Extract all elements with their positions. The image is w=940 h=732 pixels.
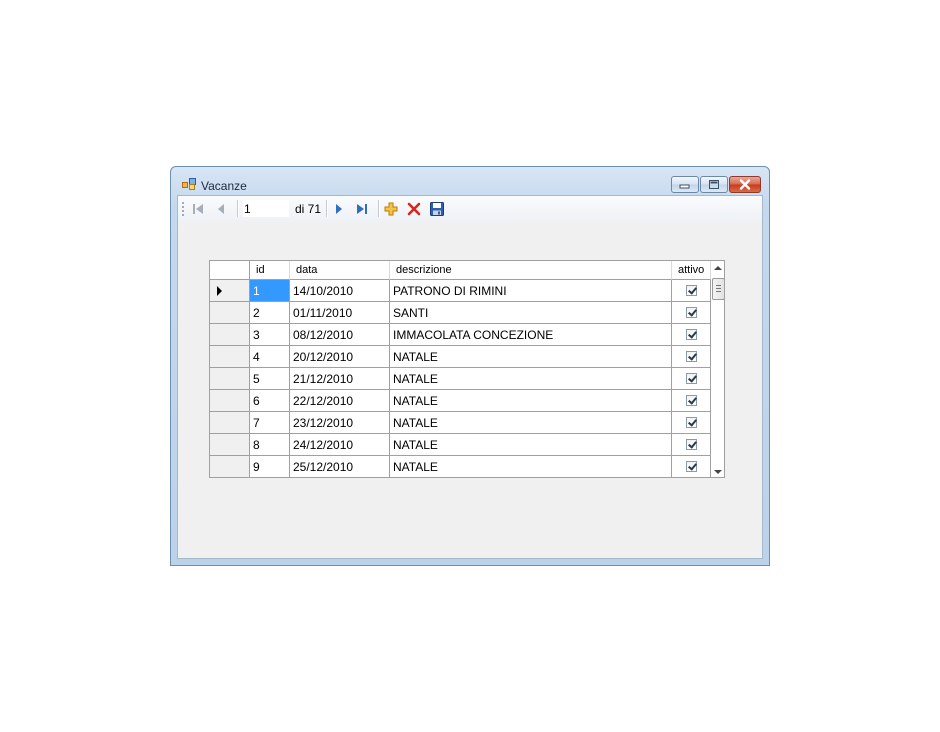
scroll-down-icon[interactable] <box>714 470 722 474</box>
minimize-icon <box>679 184 690 189</box>
column-header-id[interactable]: id <box>250 261 290 280</box>
vertical-scrollbar[interactable] <box>711 261 724 477</box>
cell-id[interactable]: 4 <box>250 346 290 368</box>
attivo-checkbox[interactable] <box>686 461 697 472</box>
attivo-checkbox[interactable] <box>686 351 697 362</box>
row-header[interactable] <box>210 456 250 477</box>
cell-id[interactable]: 9 <box>250 456 290 477</box>
cell-descrizione[interactable]: NATALE <box>390 368 672 390</box>
cell-descrizione[interactable]: IMMACOLATA CONCEZIONE <box>390 324 672 346</box>
toolbar-separator <box>378 200 379 217</box>
attivo-checkbox[interactable] <box>686 395 697 406</box>
row-header[interactable] <box>210 390 250 412</box>
row-header[interactable] <box>210 368 250 390</box>
cell-data[interactable]: 01/11/2010 <box>290 302 390 324</box>
cell-attivo <box>672 434 711 456</box>
cell-attivo <box>672 390 711 412</box>
scroll-thumb[interactable] <box>712 278 724 300</box>
binding-navigator: di 71 <box>178 196 762 222</box>
maximize-button[interactable] <box>700 176 728 193</box>
cell-descrizione[interactable]: NATALE <box>390 456 672 477</box>
cell-id[interactable]: 1 <box>250 280 290 302</box>
current-row-arrow-icon <box>217 286 222 296</box>
save-icon <box>430 201 444 216</box>
attivo-checkbox[interactable] <box>686 439 697 450</box>
column-header-descrizione[interactable]: descrizione <box>390 261 672 280</box>
toolbar-grip-icon[interactable] <box>182 201 184 216</box>
top-left-header-cell[interactable] <box>210 261 250 280</box>
window-title: Vacanze <box>201 179 247 193</box>
column-header-attivo[interactable]: attivo <box>672 261 711 280</box>
attivo-checkbox[interactable] <box>686 373 697 384</box>
cell-data[interactable]: 22/12/2010 <box>290 390 390 412</box>
toolbar-separator <box>237 200 238 217</box>
cell-attivo <box>672 368 711 390</box>
add-new-button[interactable] <box>381 200 401 217</box>
move-first-icon <box>193 203 203 214</box>
cell-attivo <box>672 302 711 324</box>
position-input[interactable] <box>243 200 289 217</box>
close-button[interactable] <box>729 176 761 193</box>
data-grid[interactable]: id data descrizione attivo 1 14/10/2010 PA… <box>209 260 725 478</box>
row-header[interactable] <box>210 412 250 434</box>
column-header-data[interactable]: data <box>290 261 390 280</box>
cell-id[interactable]: 7 <box>250 412 290 434</box>
save-button[interactable] <box>427 200 447 217</box>
row-header[interactable] <box>210 302 250 324</box>
count-label: di 71 <box>295 202 322 216</box>
add-new-icon <box>384 202 398 215</box>
cell-id[interactable]: 8 <box>250 434 290 456</box>
cell-data[interactable]: 23/12/2010 <box>290 412 390 434</box>
app-icon <box>182 178 196 190</box>
minimize-button[interactable] <box>671 176 699 193</box>
maximize-icon <box>709 180 719 189</box>
close-icon <box>739 179 751 190</box>
move-previous-icon <box>218 203 224 214</box>
attivo-checkbox[interactable] <box>686 307 697 318</box>
delete-icon <box>407 202 421 215</box>
cell-descrizione[interactable]: SANTI <box>390 302 672 324</box>
attivo-checkbox[interactable] <box>686 329 697 340</box>
cell-descrizione[interactable]: NATALE <box>390 390 672 412</box>
attivo-checkbox[interactable] <box>686 285 697 296</box>
cell-attivo <box>672 456 711 477</box>
cell-attivo <box>672 280 711 302</box>
delete-button[interactable] <box>404 200 424 217</box>
cell-attivo <box>672 346 711 368</box>
cell-data[interactable]: 25/12/2010 <box>290 456 390 477</box>
row-header[interactable] <box>210 280 250 302</box>
cell-descrizione[interactable]: NATALE <box>390 346 672 368</box>
cell-descrizione[interactable]: PATRONO DI RIMINI <box>390 280 672 302</box>
cell-descrizione[interactable]: NATALE <box>390 412 672 434</box>
cell-id[interactable]: 5 <box>250 368 290 390</box>
cell-data[interactable]: 08/12/2010 <box>290 324 390 346</box>
move-next-button[interactable] <box>329 200 349 217</box>
attivo-checkbox[interactable] <box>686 417 697 428</box>
row-header[interactable] <box>210 434 250 456</box>
caption-buttons <box>670 176 761 194</box>
cell-attivo <box>672 412 711 434</box>
client-area: di 71 <box>177 195 763 559</box>
move-last-icon <box>357 203 367 214</box>
cell-id[interactable]: 6 <box>250 390 290 412</box>
cell-data[interactable]: 20/12/2010 <box>290 346 390 368</box>
cell-id[interactable]: 3 <box>250 324 290 346</box>
cell-attivo <box>672 324 711 346</box>
toolbar-separator <box>326 200 327 217</box>
cell-data[interactable]: 21/12/2010 <box>290 368 390 390</box>
cell-id[interactable]: 2 <box>250 302 290 324</box>
cell-descrizione[interactable]: NATALE <box>390 434 672 456</box>
row-header[interactable] <box>210 324 250 346</box>
row-header[interactable] <box>210 346 250 368</box>
cell-data[interactable]: 14/10/2010 <box>290 280 390 302</box>
title-bar[interactable]: Vacanze <box>171 167 769 195</box>
main-window: Vacanze 1 di 71 id data descrizione atti… <box>170 166 770 566</box>
cell-data[interactable]: 24/12/2010 <box>290 434 390 456</box>
move-next-icon <box>336 203 342 214</box>
move-last-button[interactable] <box>352 200 372 217</box>
move-first-button[interactable] <box>188 200 208 217</box>
scroll-up-icon[interactable] <box>714 266 722 270</box>
move-previous-button[interactable] <box>211 200 231 217</box>
